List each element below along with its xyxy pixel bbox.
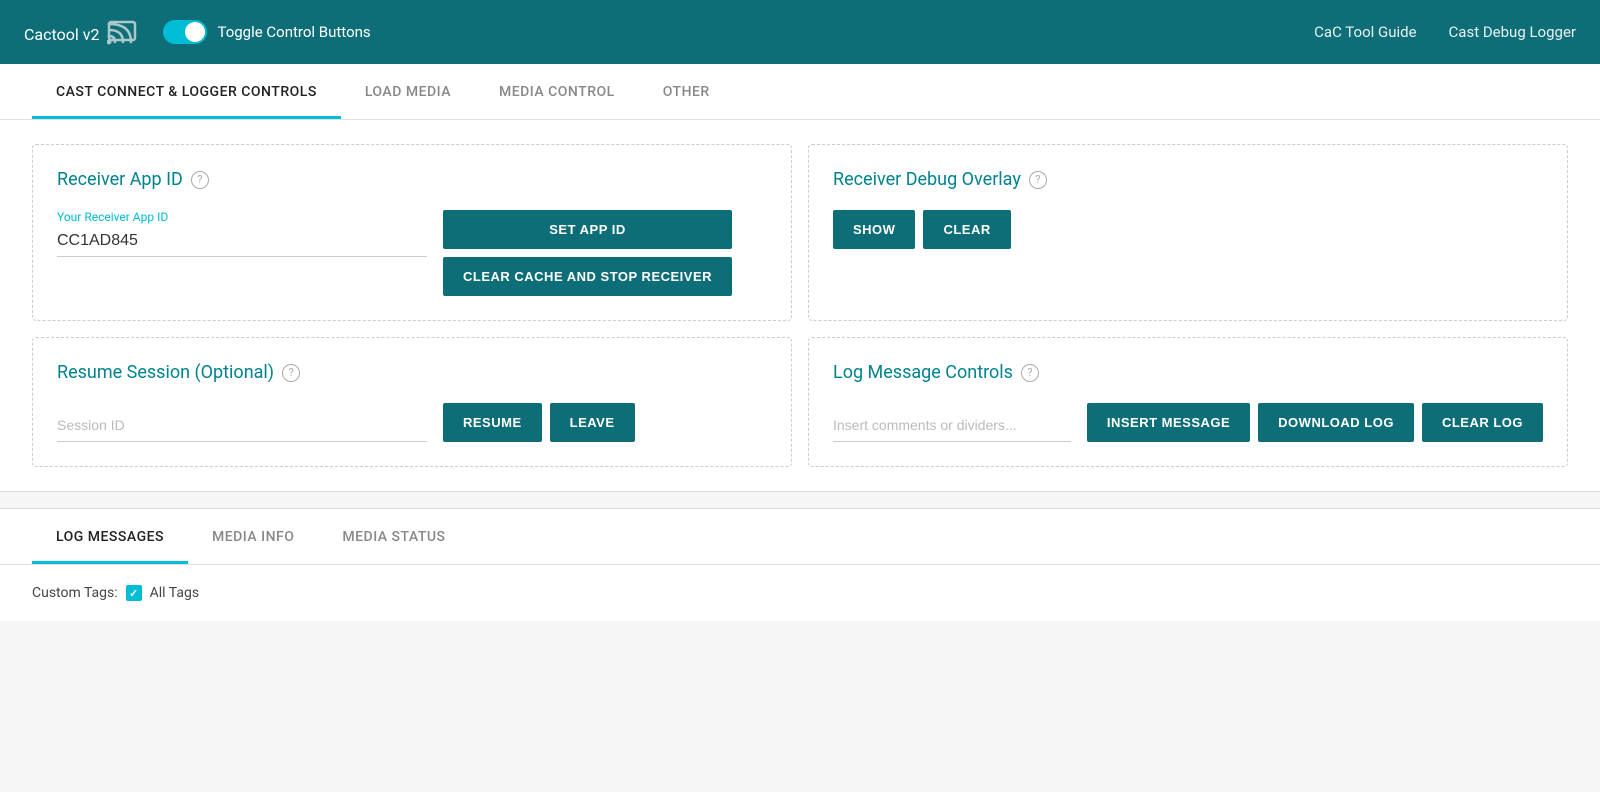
cac-tool-guide-link[interactable]: CaC Tool Guide — [1314, 23, 1416, 41]
log-input-area — [833, 413, 1071, 442]
insert-message-input[interactable] — [833, 413, 1071, 442]
receiver-debug-overlay-help-icon[interactable]: ? — [1029, 171, 1047, 189]
custom-tags-row: Custom Tags: All Tags — [32, 585, 1568, 601]
cards-grid: Receiver App ID ? Your Receiver App ID S… — [32, 144, 1568, 467]
tab-cast-connect[interactable]: CAST CONNECT & LOGGER CONTROLS — [32, 64, 341, 119]
main-tab-nav: CAST CONNECT & LOGGER CONTROLS LOAD MEDI… — [0, 64, 1600, 120]
custom-tags-label: Custom Tags: — [32, 585, 118, 601]
receiver-app-id-title: Receiver App ID ? — [57, 169, 767, 190]
resume-session-help-icon[interactable]: ? — [282, 364, 300, 382]
log-tab-media-status[interactable]: MEDIA STATUS — [318, 509, 469, 564]
resume-session-title: Resume Session (Optional) ? — [57, 362, 767, 383]
tab-other[interactable]: OTHER — [639, 64, 734, 119]
clear-cache-stop-receiver-button[interactable]: CLEAR CACHE AND STOP RECEIVER — [443, 257, 732, 296]
session-buttons: RESUME LEAVE — [443, 403, 635, 442]
clear-button[interactable]: CLEAR — [923, 210, 1010, 249]
set-app-id-button[interactable]: SET APP ID — [443, 210, 732, 249]
log-message-controls-card: Log Message Controls ? INSERT MESSAGE DO… — [808, 337, 1568, 467]
log-controls-body: INSERT MESSAGE DOWNLOAD LOG CLEAR LOG — [833, 403, 1543, 442]
receiver-input-area: Your Receiver App ID — [57, 210, 427, 257]
resume-session-label: Resume Session (Optional) — [57, 362, 274, 383]
receiver-buttons: SET APP ID CLEAR CACHE AND STOP RECEIVER — [443, 210, 732, 296]
all-tags-checkbox[interactable] — [126, 585, 142, 601]
receiver-app-id-help-icon[interactable]: ? — [191, 171, 209, 189]
tab-media-control[interactable]: MEDIA CONTROL — [475, 64, 639, 119]
session-id-input[interactable] — [57, 413, 427, 442]
clear-log-button[interactable]: CLEAR LOG — [1422, 403, 1543, 442]
receiver-app-id-input-label: Your Receiver App ID — [57, 210, 427, 224]
receiver-debug-overlay-label: Receiver Debug Overlay — [833, 169, 1021, 190]
show-button[interactable]: SHOW — [833, 210, 915, 249]
toggle-area: Toggle Control Buttons — [163, 20, 1314, 44]
receiver-app-id-input[interactable] — [57, 228, 427, 257]
debug-overlay-buttons: SHOW CLEAR — [833, 210, 1543, 249]
resume-card-body: RESUME LEAVE — [57, 403, 767, 442]
toggle-control-buttons[interactable] — [163, 20, 207, 44]
top-section: CAST CONNECT & LOGGER CONTROLS LOAD MEDI… — [0, 64, 1600, 492]
log-content: Custom Tags: All Tags — [0, 565, 1600, 621]
receiver-app-id-label: Receiver App ID — [57, 169, 183, 190]
tab-load-media[interactable]: LOAD MEDIA — [341, 64, 475, 119]
log-message-controls-label: Log Message Controls — [833, 362, 1013, 383]
receiver-debug-overlay-card: Receiver Debug Overlay ? SHOW CLEAR — [808, 144, 1568, 321]
log-message-controls-title: Log Message Controls ? — [833, 362, 1543, 383]
log-tab-media-info[interactable]: MEDIA INFO — [188, 509, 318, 564]
session-input-area — [57, 413, 427, 442]
insert-message-button[interactable]: INSERT MESSAGE — [1087, 403, 1250, 442]
receiver-card-body: Your Receiver App ID SET APP ID CLEAR CA… — [57, 210, 767, 296]
toggle-label: Toggle Control Buttons — [217, 23, 370, 41]
all-tags-label: All Tags — [150, 585, 199, 601]
log-message-controls-help-icon[interactable]: ? — [1021, 364, 1039, 382]
resume-session-card: Resume Session (Optional) ? RESUME LEAVE — [32, 337, 792, 467]
log-section: LOG MESSAGES MEDIA INFO MEDIA STATUS Cus… — [0, 508, 1600, 621]
main-content: Receiver App ID ? Your Receiver App ID S… — [0, 120, 1600, 491]
logo-text: Cactoolv2 — [24, 17, 99, 47]
log-buttons: INSERT MESSAGE DOWNLOAD LOG CLEAR LOG — [1087, 403, 1543, 442]
receiver-debug-overlay-title: Receiver Debug Overlay ? — [833, 169, 1543, 190]
cast-debug-logger-link[interactable]: Cast Debug Logger — [1449, 23, 1576, 41]
resume-button[interactable]: RESUME — [443, 403, 542, 442]
header: Cactoolv2 Toggle Control Buttons CaC Too… — [0, 0, 1600, 64]
logo-name: Cactool — [24, 25, 79, 44]
header-links: CaC Tool Guide Cast Debug Logger — [1314, 23, 1576, 41]
log-tab-log-messages[interactable]: LOG MESSAGES — [32, 509, 188, 564]
download-log-button[interactable]: DOWNLOAD LOG — [1258, 403, 1414, 442]
receiver-app-id-card: Receiver App ID ? Your Receiver App ID S… — [32, 144, 792, 321]
leave-button[interactable]: LEAVE — [550, 403, 635, 442]
cast-icon — [107, 14, 143, 50]
log-tab-nav: LOG MESSAGES MEDIA INFO MEDIA STATUS — [0, 509, 1600, 565]
logo-version: v2 — [83, 25, 100, 44]
